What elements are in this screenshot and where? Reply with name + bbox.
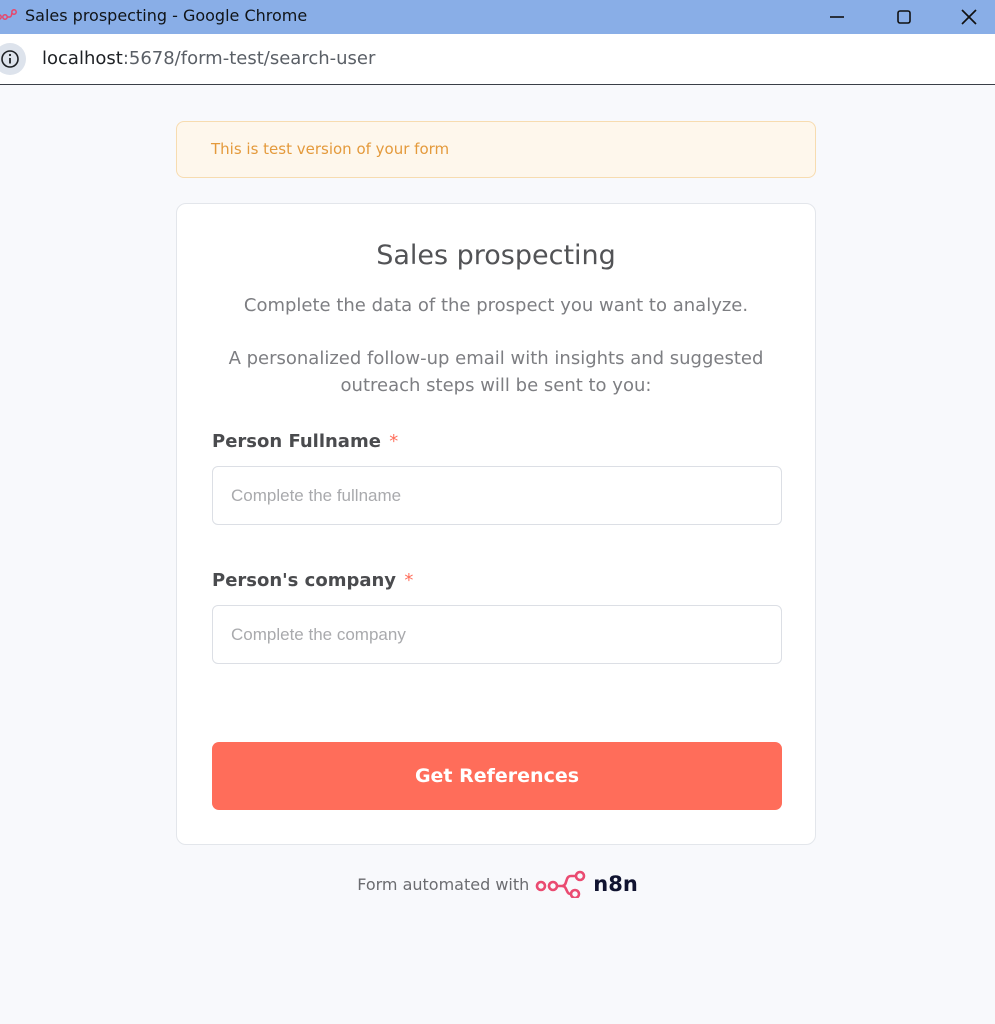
form-description-line-1: Complete the data of the prospect you wa… [243,295,749,316]
n8n-logo-text: n8n [593,872,638,896]
url-host: localhost [42,48,123,69]
url-path: :5678/form-test/search-user [122,48,376,69]
test-version-banner: This is test version of your form [176,121,816,178]
n8n-logo-icon [535,870,586,898]
maximize-button[interactable] [874,0,934,34]
minimize-icon [830,16,844,18]
form-card: Sales prospecting Complete the data of t… [176,203,816,845]
get-references-button[interactable]: Get References [212,742,782,810]
form-title: Sales prospecting [376,240,616,271]
test-version-text: This is test version of your form [211,140,450,158]
fullname-input[interactable] [212,466,782,525]
address-bar[interactable]: localhost:5678/form-test/search-user [0,34,995,85]
form-description: Complete the data of the prospect you wa… [197,292,795,399]
n8n-logo-icon [0,9,17,20]
footer: Form automated with n8n [0,868,995,900]
close-icon [961,9,977,25]
required-mark: * [389,431,399,452]
form-description-line-2: A personalized follow-up email with insi… [228,348,764,396]
company-label: Person's company * [212,570,413,591]
footer-text: Form automated with [357,874,530,894]
url-text[interactable]: localhost:5678/form-test/search-user [42,48,375,69]
window-title: Sales prospecting - Google Chrome [25,6,308,25]
close-window-button[interactable] [939,0,995,34]
required-mark: * [404,570,414,591]
minimize-button[interactable] [807,0,867,34]
window-titlebar: Sales prospecting - Google Chrome [0,0,995,34]
fullname-label-text: Person Fullname [212,431,381,452]
company-input[interactable] [212,605,782,664]
page-content: This is test version of your form Sales … [0,86,995,1024]
fullname-label: Person Fullname * [212,431,398,452]
site-info-button[interactable] [0,43,26,75]
company-label-text: Person's company [212,570,397,591]
info-icon [1,50,19,68]
maximize-icon [897,10,911,24]
